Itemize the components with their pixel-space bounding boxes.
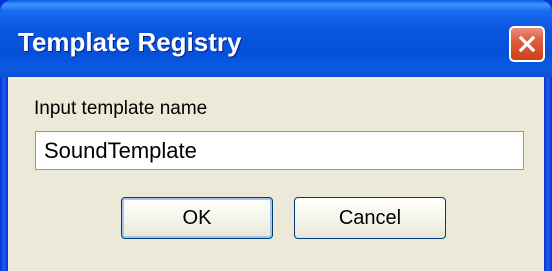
dialog-body: Input template name OK Cancel	[8, 77, 544, 271]
dialog-window: Template Registry Input template name OK…	[0, 0, 552, 271]
window-title: Template Registry	[18, 27, 242, 57]
close-icon	[518, 35, 536, 53]
ok-button[interactable]: OK	[121, 197, 273, 239]
title-bar[interactable]: Template Registry	[0, 0, 552, 77]
window-frame-right	[544, 77, 552, 271]
template-name-input[interactable]	[35, 131, 524, 170]
window-frame-left	[0, 77, 8, 271]
template-name-label: Input template name	[34, 98, 208, 119]
cancel-button[interactable]: Cancel	[294, 197, 446, 239]
close-button[interactable]	[509, 26, 545, 62]
